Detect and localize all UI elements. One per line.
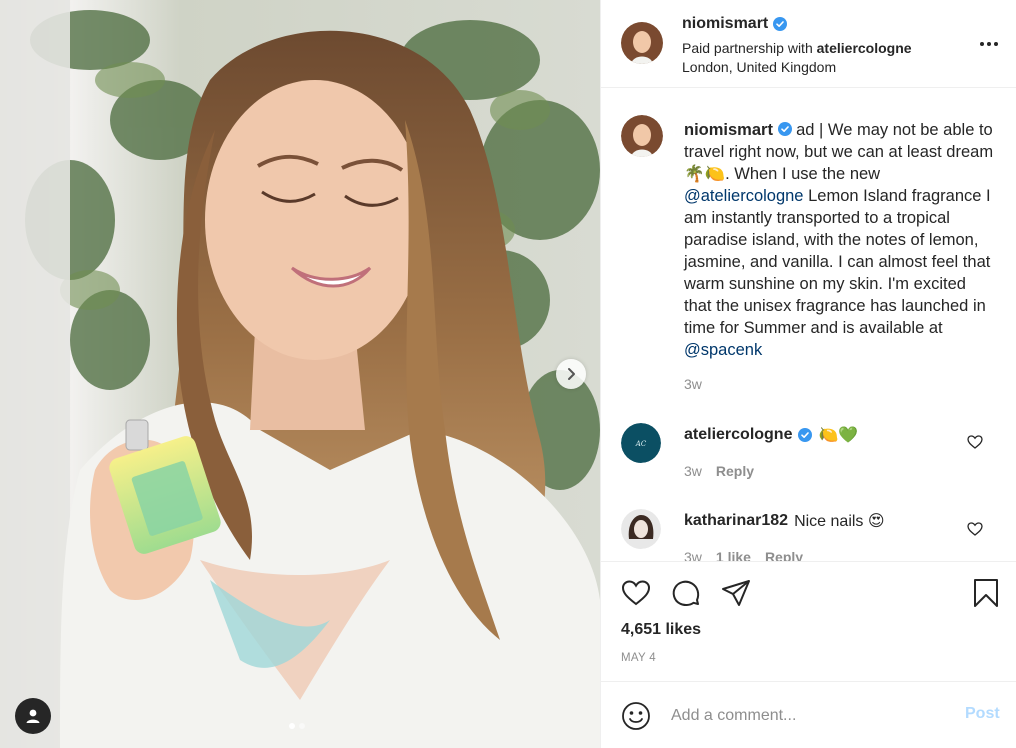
more-options-icon[interactable]: [977, 34, 1001, 54]
author-row: niomismart: [682, 15, 788, 33]
comment-meta: 3w Reply: [684, 463, 754, 479]
mention-ateliercologne[interactable]: @ateliercologne: [684, 187, 804, 205]
commenter-avatar[interactable]: AC: [621, 423, 661, 463]
instagram-post-modal: niomismart Paid partnership with atelier…: [0, 0, 1016, 748]
like-comment-heart-icon[interactable]: [967, 521, 983, 537]
verified-badge-icon: [773, 17, 788, 31]
post-subheading: Paid partnership with ateliercologne Lon…: [682, 39, 912, 77]
comment-icon[interactable]: [671, 578, 701, 608]
carousel-dot: [299, 723, 305, 729]
woman-with-fragrance-photo: [0, 0, 600, 748]
comment-input[interactable]: [671, 704, 951, 728]
post-date[interactable]: MAY 4: [621, 652, 656, 664]
comment-username[interactable]: ateliercologne: [684, 426, 792, 444]
comment-row: katharinar182 Nice nails 😍: [684, 511, 885, 531]
comment-likes-count[interactable]: 1 like: [716, 549, 751, 561]
user-icon: [26, 709, 40, 723]
heart-icon[interactable]: [621, 578, 651, 608]
emoji-smiley-icon[interactable]: [621, 701, 651, 731]
comments-section[interactable]: niomismart ad | We may not be able to tr…: [601, 89, 1016, 561]
share-icon[interactable]: [721, 578, 751, 608]
chevron-right-icon: [568, 368, 575, 380]
mention-spacenk[interactable]: @spacenk: [684, 341, 762, 359]
tagged-users-button[interactable]: [15, 698, 51, 734]
post-comment-button[interactable]: Post: [965, 705, 1000, 723]
verified-badge-icon: [798, 428, 813, 442]
post-header: niomismart Paid partnership with atelier…: [601, 0, 1016, 88]
partnership-prefix: Paid partnership with: [682, 40, 813, 56]
avatar-image: AC: [621, 423, 661, 463]
reply-button[interactable]: Reply: [716, 463, 754, 479]
caption-author-avatar[interactable]: [621, 115, 663, 157]
add-comment-bar: Post: [601, 681, 1016, 748]
next-photo-button[interactable]: [556, 359, 586, 389]
carousel-dot-active: [289, 723, 295, 729]
carousel-indicator: [289, 723, 305, 729]
author-avatar[interactable]: [621, 22, 663, 64]
comment-text: Nice nails 😍: [794, 513, 885, 530]
commenter-avatar[interactable]: [621, 509, 661, 549]
post-photo[interactable]: [0, 0, 600, 748]
partner-link[interactable]: ateliercologne: [817, 40, 912, 56]
partnership-line: Paid partnership with ateliercologne: [682, 39, 912, 58]
comment-timestamp[interactable]: 3w: [684, 463, 702, 479]
avatar-image: [621, 22, 663, 64]
reply-button[interactable]: Reply: [765, 549, 803, 561]
like-comment-heart-icon[interactable]: [967, 434, 983, 450]
likes-count[interactable]: 4,651 likes: [621, 621, 701, 639]
avatar-image: [621, 509, 661, 549]
author-username[interactable]: niomismart: [682, 15, 768, 33]
verified-badge-icon: [777, 122, 792, 136]
comment-username[interactable]: katharinar182: [684, 512, 788, 530]
bookmark-icon[interactable]: [971, 578, 1001, 608]
post-actions: 4,651 likes MAY 4: [601, 561, 1016, 681]
post-caption: niomismart ad | We may not be able to tr…: [684, 119, 996, 361]
svg-text:AC: AC: [635, 440, 647, 448]
comment-row: ateliercologne 🍋💚: [684, 425, 858, 445]
post-details-panel: niomismart Paid partnership with atelier…: [600, 0, 1016, 748]
location-link[interactable]: London, United Kingdom: [682, 58, 912, 77]
comment-timestamp[interactable]: 3w: [684, 549, 702, 561]
caption-username[interactable]: niomismart: [684, 121, 773, 139]
caption-timestamp[interactable]: 3w: [684, 376, 702, 392]
avatar-image: [621, 115, 663, 157]
comment-text: 🍋💚: [818, 427, 859, 444]
comment-meta: 3w 1 like Reply: [684, 549, 803, 561]
caption-text-2: Lemon Island fragrance I am instantly tr…: [684, 187, 991, 337]
